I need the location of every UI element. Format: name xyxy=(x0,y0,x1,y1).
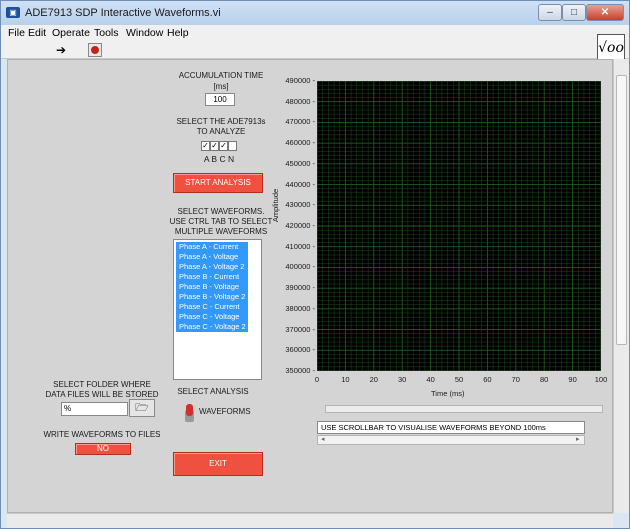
select-analysis-label: SELECT ANALYSIS xyxy=(177,387,249,396)
toggle-knob xyxy=(186,404,193,416)
maximize-button[interactable]: □ xyxy=(562,4,586,21)
write-waveforms-label: WRITE WAVEFORMS TO FILES xyxy=(43,430,161,439)
list-item[interactable]: Phase C - Current xyxy=(176,302,248,312)
list-item[interactable]: Phase C - Voltage xyxy=(176,312,248,322)
abort-icon xyxy=(91,46,99,54)
y-tick-label: 450000 - xyxy=(285,158,315,168)
scroll-note: USE SCROLLBAR TO VISUALISE WAVEFORMS BEY… xyxy=(317,421,585,434)
x-tick-label: 10 xyxy=(341,375,350,384)
folder-label: SELECT FOLDER WHERE xyxy=(53,380,151,389)
checkbox-c[interactable]: ✓ xyxy=(219,141,228,151)
list-item[interactable]: Phase A - Current xyxy=(176,242,248,252)
waveform-listbox[interactable]: Phase A - Current Phase A - Voltage Phas… xyxy=(173,239,262,380)
y-tick-label: 490000 - xyxy=(285,76,315,85)
x-tick-label: 0 xyxy=(314,375,320,384)
list-item[interactable]: Phase C - Voltage 2 xyxy=(176,322,248,332)
menu-edit[interactable]: Edit xyxy=(28,27,46,39)
x-tick-label: 20 xyxy=(369,375,378,384)
y-tick-label: 480000 - xyxy=(285,96,315,106)
select-ade-label-2: TO ANALYZE xyxy=(196,127,246,136)
select-waveforms-label: SELECT WAVEFORMS. xyxy=(177,207,265,216)
accumulation-time-input[interactable]: 100 xyxy=(205,93,235,106)
grid xyxy=(317,81,601,371)
waveform-graph[interactable] xyxy=(317,81,601,371)
start-analysis-button[interactable]: START ANALYSIS xyxy=(173,173,263,193)
x-tick-label: 40 xyxy=(426,375,435,384)
y-tick-label: 370000 - xyxy=(285,324,315,334)
labview-icon: ▣ xyxy=(6,7,20,18)
checkbox-b[interactable]: ✓ xyxy=(210,141,219,151)
menu-file[interactable]: File xyxy=(8,27,25,39)
x-tick-label: 100 xyxy=(594,375,608,384)
x-tick-label: 60 xyxy=(483,375,492,384)
y-tick-label: 410000 - xyxy=(285,241,315,251)
select-waveforms-label-3: MULTIPLE WAVEFORMS xyxy=(174,227,268,236)
y-tick-label: 440000 - xyxy=(285,179,315,189)
accumulation-unit: [ms] xyxy=(213,82,229,91)
y-tick-label: 390000 - xyxy=(285,283,315,293)
x-tick-label: 30 xyxy=(398,375,407,384)
select-ade-label: SELECT THE ADE7913s xyxy=(176,117,266,126)
y-tick-label: 420000 - xyxy=(285,221,315,230)
folder-icon: 🗁 xyxy=(135,402,149,414)
note-scrollbar[interactable]: ◂ ▸ xyxy=(317,435,585,445)
menu-window[interactable]: Window xyxy=(126,27,163,39)
ade-letters: A B C N xyxy=(203,154,235,164)
exit-button[interactable]: EXIT xyxy=(173,452,263,476)
y-tick-label: 470000 - xyxy=(285,117,315,127)
x-tick-label: 80 xyxy=(540,375,549,384)
y-tick-label: 430000 - xyxy=(285,200,315,210)
list-item[interactable]: Phase B - Voltage 2 xyxy=(176,292,248,302)
y-tick-label: 350000 - xyxy=(285,366,315,375)
scroll-left-icon[interactable]: ◂ xyxy=(321,436,325,444)
run-arrow-icon[interactable]: ➔ xyxy=(56,43,66,57)
analysis-option: WAVEFORMS xyxy=(199,407,251,416)
write-waveforms-button[interactable]: NO xyxy=(75,443,131,455)
list-item[interactable]: Phase B - Current xyxy=(176,272,248,282)
vertical-scrollbar[interactable] xyxy=(613,59,629,513)
x-tick-label: 70 xyxy=(511,375,520,384)
select-waveforms-label-2: USE CTRL TAB TO SELECT xyxy=(169,217,273,226)
checkbox-a[interactable]: ✓ xyxy=(201,141,210,151)
close-button[interactable]: ✕ xyxy=(586,4,624,21)
abort-button[interactable] xyxy=(88,43,102,57)
scroll-thumb[interactable] xyxy=(616,75,627,345)
toolbar: ➔ xyxy=(1,42,629,59)
ade-checkboxes: ✓ ✓ ✓ xyxy=(201,141,237,152)
title-bar[interactable]: ▣ ADE7913 SDP Interactive Waveforms.vi –… xyxy=(1,1,629,25)
application-window: ▣ ADE7913 SDP Interactive Waveforms.vi –… xyxy=(0,0,630,529)
analysis-toggle[interactable] xyxy=(185,404,194,422)
minimize-button[interactable]: – xyxy=(538,4,562,21)
list-item[interactable]: Phase A - Voltage 2 xyxy=(176,262,248,272)
y-tick-label: 400000 - xyxy=(285,262,315,272)
menu-operate[interactable]: Operate xyxy=(52,27,90,39)
graph-scrollbar[interactable] xyxy=(325,405,603,413)
y-tick-label: 460000 - xyxy=(285,138,315,148)
x-axis-label: Time (ms) xyxy=(431,389,465,398)
y-tick-label: 360000 - xyxy=(285,345,315,355)
x-tick-label: 50 xyxy=(454,375,464,384)
list-item[interactable]: Phase B - Voltage xyxy=(176,282,248,292)
y-tick-label: 380000 - xyxy=(285,303,315,313)
vi-icon: √oo xyxy=(597,34,625,62)
checkbox-n[interactable] xyxy=(228,141,237,151)
list-item[interactable]: Phase A - Voltage xyxy=(176,252,248,262)
menu-help[interactable]: Help xyxy=(167,27,189,39)
accumulation-label: ACCUMULATION TIME xyxy=(178,71,264,80)
x-tick-label: 90 xyxy=(568,375,577,384)
menu-bar: File Edit Operate Tools Window Help xyxy=(1,25,629,42)
horizontal-scrollbar[interactable] xyxy=(7,513,613,528)
folder-path-input[interactable]: % xyxy=(61,402,128,416)
window-title: ADE7913 SDP Interactive Waveforms.vi xyxy=(25,7,221,19)
y-axis-label: Amplitude xyxy=(271,188,281,223)
menu-tools[interactable]: Tools xyxy=(94,27,119,39)
browse-folder-button[interactable]: 🗁 xyxy=(129,399,155,417)
scroll-right-icon[interactable]: ▸ xyxy=(576,436,580,444)
